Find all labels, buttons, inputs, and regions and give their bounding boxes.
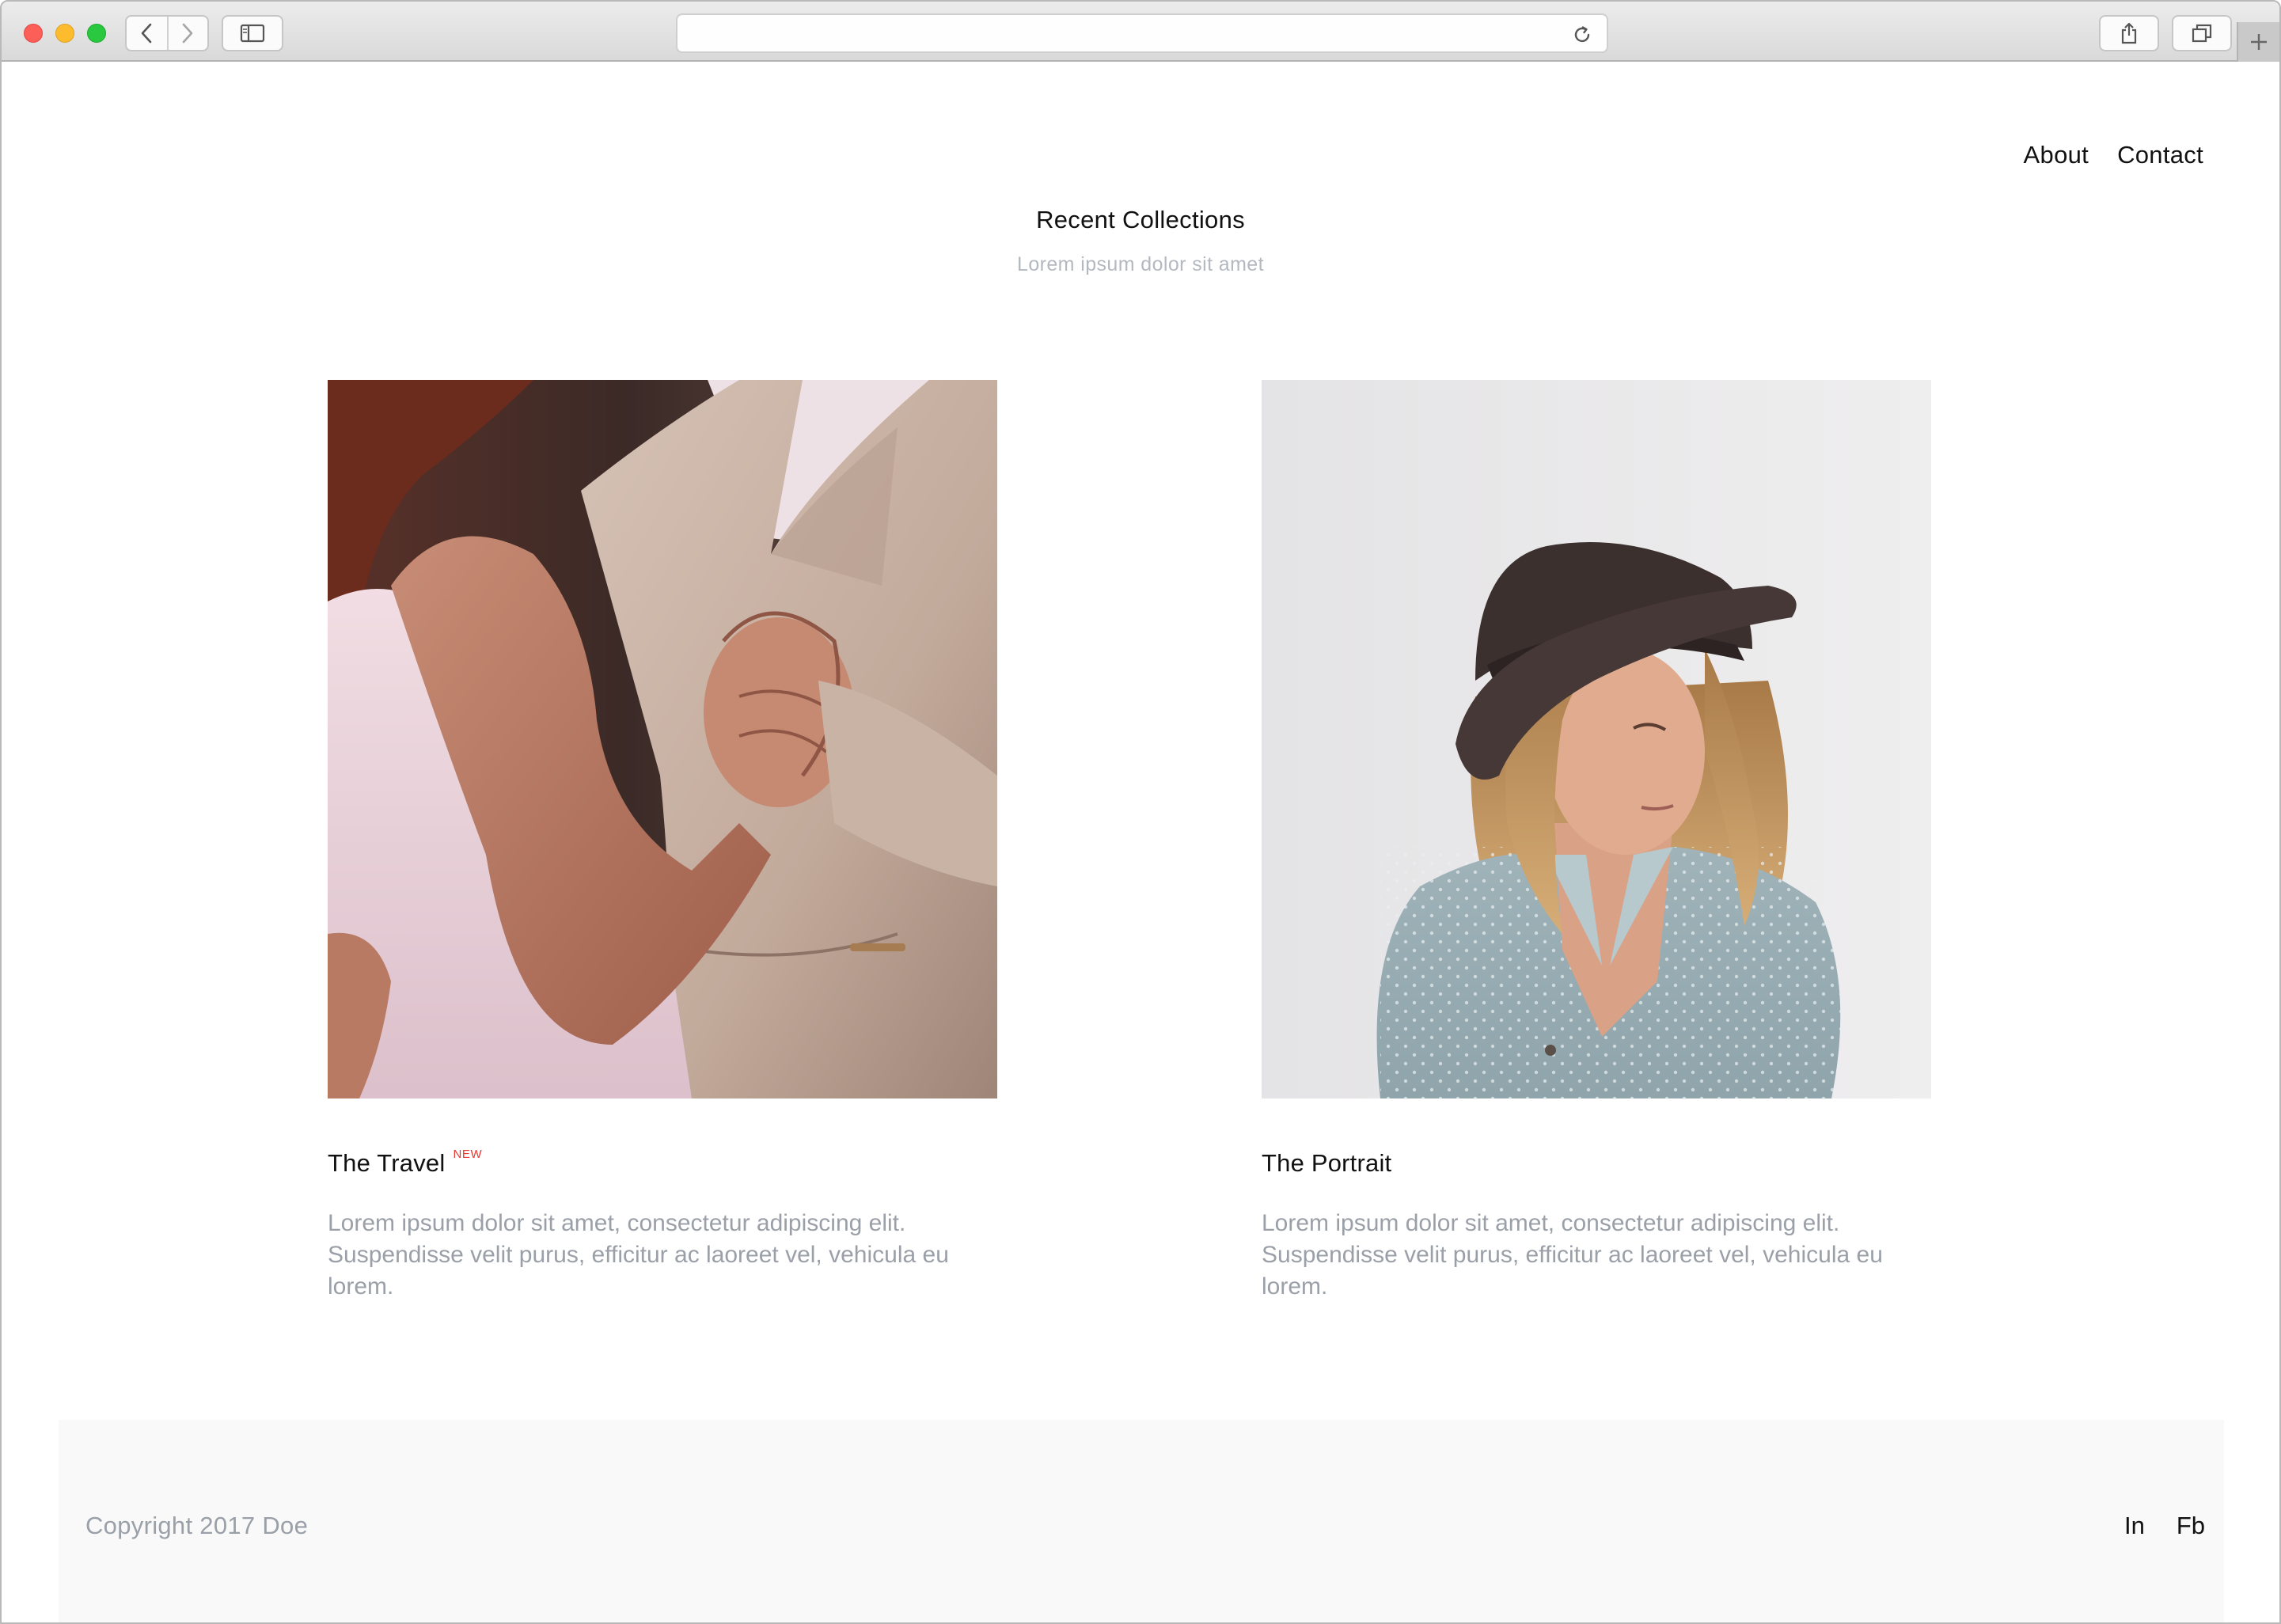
- section-title: Recent Collections: [1036, 206, 1245, 233]
- back-button[interactable]: [127, 17, 167, 50]
- forward-button[interactable]: [166, 17, 207, 50]
- share-button[interactable]: [2099, 15, 2159, 51]
- social-links: In Fb: [2124, 1512, 2205, 1540]
- browser-toolbar: [2, 2, 2279, 62]
- back-icon: [142, 23, 152, 44]
- reload-icon[interactable]: [1572, 25, 1592, 45]
- web-page: About Contact Recent Collections Lorem i…: [2, 63, 2279, 1622]
- section-subtitle: Lorem ipsum dolor sit amet: [1017, 253, 1264, 275]
- portrait-card-description: Lorem ipsum dolor sit amet, consectetur …: [1262, 1210, 1883, 1300]
- facebook-link[interactable]: Fb: [2177, 1512, 2205, 1540]
- show-tabs-button[interactable]: [2172, 15, 2232, 51]
- tabs-icon: [2192, 24, 2212, 43]
- travel-title-text[interactable]: The Travel: [328, 1149, 445, 1178]
- portrait-title-text[interactable]: The Portrait: [1262, 1149, 1391, 1178]
- new-tab-button[interactable]: [2237, 22, 2279, 62]
- nav-contact-link[interactable]: Contact: [2117, 141, 2203, 169]
- address-bar[interactable]: [676, 13, 1608, 53]
- history-nav: [125, 15, 209, 51]
- top-nav: About Contact: [2024, 141, 2203, 169]
- plus-icon: [2251, 34, 2267, 50]
- forward-icon: [183, 23, 193, 44]
- portrait-card-title: The Portrait: [1262, 1149, 1931, 1178]
- sidebar-toggle-button[interactable]: [222, 15, 283, 51]
- nav-about-link[interactable]: About: [2024, 141, 2089, 169]
- travel-card-title: The Travel NEW: [328, 1148, 997, 1178]
- minimize-window-button[interactable]: [55, 24, 74, 43]
- copyright-text: Copyright 2017 Doe: [85, 1512, 309, 1539]
- footer: Copyright 2017 Doe In Fb: [59, 1420, 2224, 1622]
- share-icon: [2121, 22, 2137, 44]
- portrait-photo[interactable]: [1262, 380, 1931, 1098]
- travel-photo[interactable]: [328, 380, 997, 1098]
- new-badge: NEW: [453, 1148, 483, 1161]
- browser-window: About Contact Recent Collections Lorem i…: [0, 0, 2281, 1624]
- travel-card-description: Lorem ipsum dolor sit amet, consectetur …: [328, 1210, 949, 1300]
- sidebar-icon: [240, 24, 265, 43]
- close-window-button[interactable]: [24, 24, 43, 43]
- collection-card-travel[interactable]: The Travel NEW Lorem ipsum dolor sit ame…: [328, 380, 997, 1303]
- instagram-link[interactable]: In: [2124, 1512, 2145, 1540]
- collection-card-portrait[interactable]: The Portrait Lorem ipsum dolor sit amet,…: [1262, 380, 1931, 1303]
- zoom-window-button[interactable]: [87, 24, 106, 43]
